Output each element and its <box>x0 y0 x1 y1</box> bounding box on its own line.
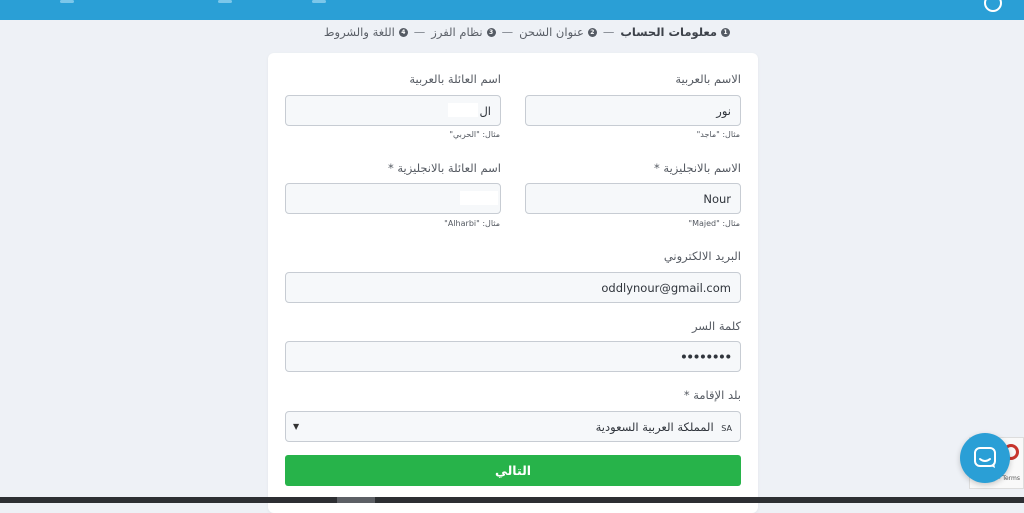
first-name-ar-label: الاسم بالعربية <box>675 72 741 86</box>
step-language-terms: 4 اللغة والشروط <box>324 25 408 39</box>
step-separator: — <box>602 25 615 39</box>
first-name-ar-hint: مثال: "ماجد" <box>696 130 740 139</box>
scrollbar-thumb[interactable] <box>337 497 375 503</box>
country-label: بلد الإقامة * <box>683 388 741 402</box>
next-button[interactable]: التالي <box>285 455 741 486</box>
chevron-down-icon: ▼ <box>293 422 300 431</box>
step-number-badge: 3 <box>486 27 496 37</box>
search-icon[interactable] <box>984 0 1002 12</box>
last-name-ar-label: اسم العائلة بالعربية <box>409 72 501 86</box>
password-value: •••••••• <box>680 349 732 364</box>
nav-item-indicator[interactable] <box>60 0 74 3</box>
step-number-badge: 2 <box>587 27 597 37</box>
first-name-en-label: الاسم بالانجليزية * <box>654 161 741 175</box>
step-label: معلومات الحساب <box>620 25 717 39</box>
first-name-ar-value: نور <box>716 103 731 118</box>
step-separator: — <box>413 25 426 39</box>
step-account-info: 1 معلومات الحساب <box>620 25 730 39</box>
progress-steps: 1 معلومات الحساب — 2 عنوان الشحن — 3 نظا… <box>290 24 730 40</box>
step-separator: — <box>501 25 514 39</box>
last-name-en-label: اسم العائلة بالانجليزية * <box>387 161 501 175</box>
country-name: المملكة العربية السعودية <box>595 419 714 434</box>
first-name-en-hint: مثال: "Majed" <box>688 219 740 228</box>
last-name-en-hint: مثال: "Alharbi" <box>444 219 500 228</box>
chat-icon <box>974 447 996 468</box>
first-name-en-field[interactable]: Nour <box>525 183 741 214</box>
email-field[interactable]: oddlynour@gmail.com <box>285 272 741 303</box>
step-label: نظام الفرز <box>431 25 483 39</box>
step-shipping-address: 2 عنوان الشحن <box>519 25 597 39</box>
chat-launcher-button[interactable] <box>960 433 1010 483</box>
step-label: اللغة والشروط <box>323 25 395 39</box>
redaction-mask <box>460 191 498 205</box>
step-label: عنوان الشحن <box>519 25 584 39</box>
bottom-scrollbar[interactable] <box>0 497 1024 503</box>
step-number-badge: 1 <box>721 27 730 37</box>
nav-item-indicator[interactable] <box>218 0 232 3</box>
top-nav-bar <box>0 0 1024 20</box>
password-field[interactable]: •••••••• <box>285 341 741 372</box>
nav-item-indicator[interactable] <box>312 0 326 3</box>
first-name-ar-field[interactable]: نور <box>525 95 741 126</box>
country-select[interactable]: ▼ SA المملكة العربية السعودية <box>285 411 741 442</box>
last-name-ar-hint: مثال: "الحربي" <box>449 130 500 139</box>
first-name-en-value: Nour <box>703 191 731 206</box>
step-number-badge: 4 <box>398 27 408 37</box>
country-selected-option: SA المملكة العربية السعودية <box>596 420 732 434</box>
redaction-mask <box>448 103 478 117</box>
password-label: كلمة السر <box>691 319 741 333</box>
email-label: البريد الالكتروني <box>663 249 741 263</box>
country-code: SA <box>721 423 732 433</box>
step-sorting-system: 3 نظام الفرز <box>431 25 496 39</box>
email-value: oddlynour@gmail.com <box>601 280 731 295</box>
last-name-ar-value: ال <box>479 103 491 118</box>
